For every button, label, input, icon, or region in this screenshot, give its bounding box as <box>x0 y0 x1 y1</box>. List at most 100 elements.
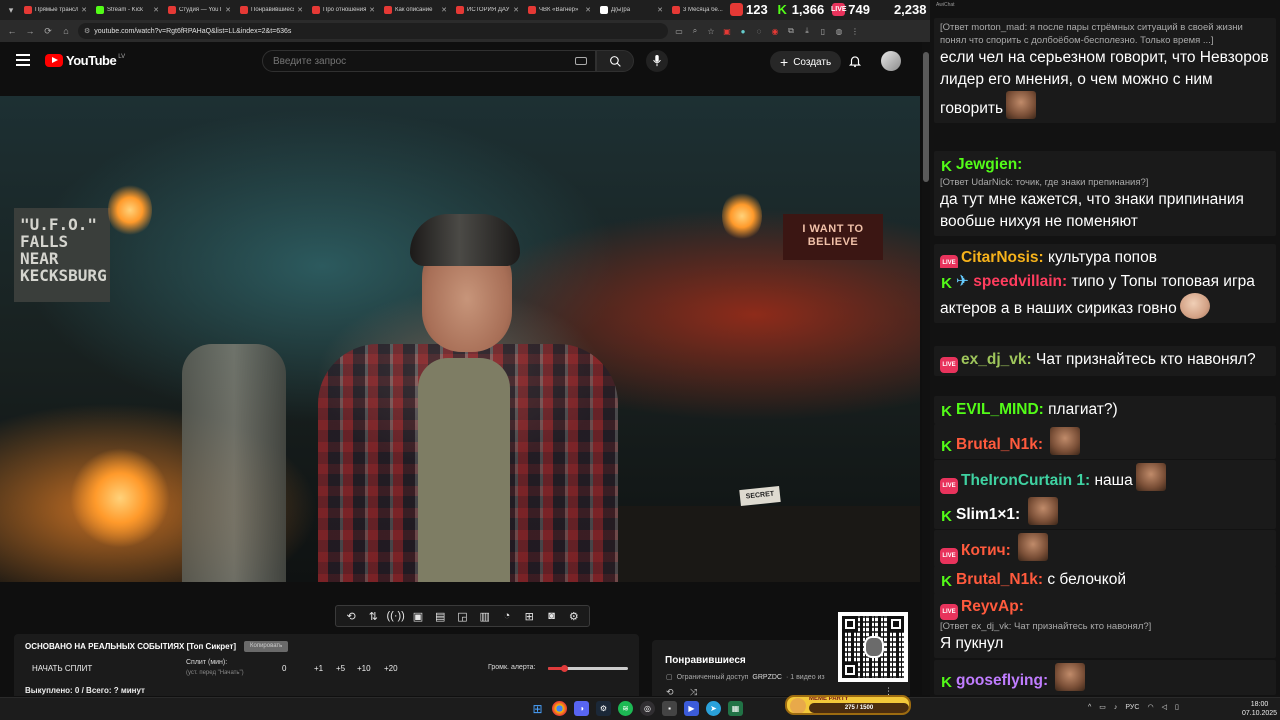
tab-list-icon[interactable]: ▾ <box>4 3 18 17</box>
scrollbar-thumb[interactable] <box>923 52 929 182</box>
reload-icon[interactable]: ⟳ <box>42 25 54 37</box>
chat-username[interactable]: ex_dj_vk: <box>961 351 1032 368</box>
account-avatar[interactable] <box>881 51 901 71</box>
chat-username[interactable]: Brutal_N1k: <box>956 571 1043 588</box>
add-1-button[interactable]: +1 <box>314 664 323 673</box>
chat-username[interactable]: gooseflying: <box>956 672 1048 689</box>
chat-username[interactable]: Slim1×1: <box>956 506 1020 523</box>
playlist-author[interactable]: GRPZDC <box>752 674 782 681</box>
browser-tab[interactable]: ЧВК «Вагнер» ✕ <box>524 2 595 18</box>
tab-close-icon[interactable]: ✕ <box>369 6 375 14</box>
extension-icon[interactable]: ◌ <box>754 26 764 36</box>
tab-close-icon[interactable]: ✕ <box>153 6 159 14</box>
tray-chevron-icon[interactable]: ^ <box>1088 704 1091 711</box>
chat-username[interactable]: EVIL_MIND: <box>956 401 1044 418</box>
wifi-icon[interactable]: ◠ <box>1147 703 1153 711</box>
browser-tab[interactable]: ИСТОРИЯ ДАУ ✕ <box>452 2 523 18</box>
chat-username[interactable]: Brutal_N1k: <box>956 436 1043 453</box>
extension-icon[interactable]: ▣ <box>722 26 732 36</box>
camera-icon[interactable]: ◙ <box>544 609 560 623</box>
browser-tab[interactable]: Про отношения ✕ <box>308 2 379 18</box>
audio-waves-icon[interactable]: ((·)) <box>387 609 405 623</box>
zoom-icon[interactable]: ⌕ <box>690 26 700 36</box>
film-icon[interactable]: ▤ <box>432 609 448 623</box>
microphone-icon[interactable]: ♪ <box>1114 704 1118 711</box>
notifications-bell-icon[interactable] <box>848 54 862 68</box>
home-icon[interactable]: ⌂ <box>60 25 72 37</box>
obs-icon[interactable]: ◎ <box>640 701 655 716</box>
alert-volume-slider[interactable] <box>548 665 628 672</box>
tab-close-icon[interactable]: ✕ <box>441 6 447 14</box>
language-indicator[interactable]: РУС <box>1125 704 1139 711</box>
add-5-button[interactable]: +5 <box>336 664 345 673</box>
clock[interactable]: 18:00 07.10.2025 <box>1242 700 1277 718</box>
browser-tab[interactable]: Понравившиеся ✕ <box>236 2 307 18</box>
chat-username[interactable]: Jewgien: <box>956 156 1022 173</box>
menu-dots-icon[interactable]: ⋮ <box>850 26 860 36</box>
tab-close-icon[interactable]: ✕ <box>297 6 303 14</box>
chat-username[interactable]: Котич: <box>961 542 1011 559</box>
page-scrollbar[interactable] <box>922 42 930 695</box>
menu-hamburger-icon[interactable] <box>16 54 30 66</box>
copy-button[interactable]: Копировать <box>244 641 289 652</box>
battery-icon[interactable]: ▯ <box>1175 703 1179 711</box>
extension-icon[interactable]: ◉ <box>770 26 780 36</box>
windows-start-icon[interactable]: ⊞ <box>530 701 545 716</box>
speed-icon[interactable]: ◔ <box>499 609 515 623</box>
chat-username[interactable]: CitarNosis: <box>961 249 1044 266</box>
steam-icon[interactable]: ⚙ <box>596 701 611 716</box>
tab-close-icon[interactable]: ✕ <box>225 6 231 14</box>
extension-icon[interactable]: ● <box>738 26 748 36</box>
add-box-icon[interactable]: ⊞ <box>521 609 537 623</box>
search-input[interactable] <box>273 55 573 67</box>
telegram-icon[interactable]: ➤ <box>706 701 721 716</box>
media-player-icon[interactable]: ▶ <box>684 701 699 716</box>
profile-icon[interactable]: ◍ <box>834 26 844 36</box>
sort-icon[interactable]: ⇅ <box>365 609 381 623</box>
browser-tab[interactable]: Как описание ✕ <box>380 2 451 18</box>
tab-close-icon[interactable]: ✕ <box>585 6 591 14</box>
browser-tab[interactable]: Stream - Kick ✕ <box>92 2 163 18</box>
browser-tab[interactable]: 3 Месяца бе...✕ <box>668 2 739 18</box>
forward-icon[interactable]: → <box>24 25 36 37</box>
chat-username[interactable]: ReyvAp: <box>961 598 1024 615</box>
chat-username[interactable]: speedvillain: <box>973 273 1067 290</box>
voice-search-button[interactable] <box>646 50 668 72</box>
volume-icon[interactable]: ◁ <box>1162 703 1167 711</box>
playlist-title[interactable]: Понравившиеся <box>665 655 746 666</box>
search-button[interactable] <box>596 50 634 72</box>
tab-close-icon[interactable]: ✕ <box>81 6 87 14</box>
download-icon[interactable]: ⤓ <box>802 26 812 36</box>
slider-knob[interactable] <box>561 665 568 672</box>
chrome-icon[interactable] <box>552 701 567 716</box>
site-info-icon[interactable]: ⚙ <box>84 27 90 35</box>
add-10-button[interactable]: +10 <box>357 664 371 673</box>
tab-close-icon[interactable]: ✕ <box>513 6 519 14</box>
network-icon[interactable]: ▭ <box>1099 703 1106 711</box>
youtube-logo[interactable]: YouTube LV <box>45 53 125 68</box>
add-20-button[interactable]: +20 <box>384 664 398 673</box>
browser-tab[interactable]: Студия — YouTube✕ <box>164 2 235 18</box>
url-field[interactable]: ⚙ youtube.com/watch?v=Rgt6fRPAHaQ&list=L… <box>78 23 668 39</box>
screenshot-video-icon[interactable]: ▣ <box>410 609 426 623</box>
sidebar-icon[interactable]: ▯ <box>818 26 828 36</box>
filmstrip-icon[interactable]: ▥ <box>477 609 493 623</box>
cast-icon[interactable]: ▭ <box>674 26 684 36</box>
tab-close-icon[interactable]: ✕ <box>657 6 663 14</box>
video-player[interactable]: "U.F.O." FALLS NEAR KECKSBURG I WANT TO … <box>0 96 920 582</box>
bookmark-star-icon[interactable]: ☆ <box>706 26 716 36</box>
discord-icon[interactable]: ◑ <box>574 701 589 716</box>
spotify-icon[interactable]: ≋ <box>618 701 633 716</box>
pip-icon[interactable]: ◲ <box>454 609 470 623</box>
chat-username[interactable]: TheIronCurtain 1: <box>961 472 1090 489</box>
settings-gear-icon[interactable]: ⚙ <box>566 609 582 623</box>
loop-icon[interactable]: ⟲ <box>343 609 359 623</box>
app-icon[interactable]: ▪ <box>662 701 677 716</box>
browser-tab[interactable]: Прямые трансляции✕ <box>20 2 91 18</box>
create-button[interactable]: + Создать <box>770 51 842 73</box>
keyboard-icon[interactable] <box>575 57 587 65</box>
browser-tab[interactable]: Д(ы)ра ✕ <box>596 2 667 18</box>
excel-icon[interactable]: ▦ <box>728 701 743 716</box>
start-split-button[interactable]: НАЧАТЬ СПЛИТ <box>32 664 92 673</box>
back-icon[interactable]: ← <box>6 25 18 37</box>
